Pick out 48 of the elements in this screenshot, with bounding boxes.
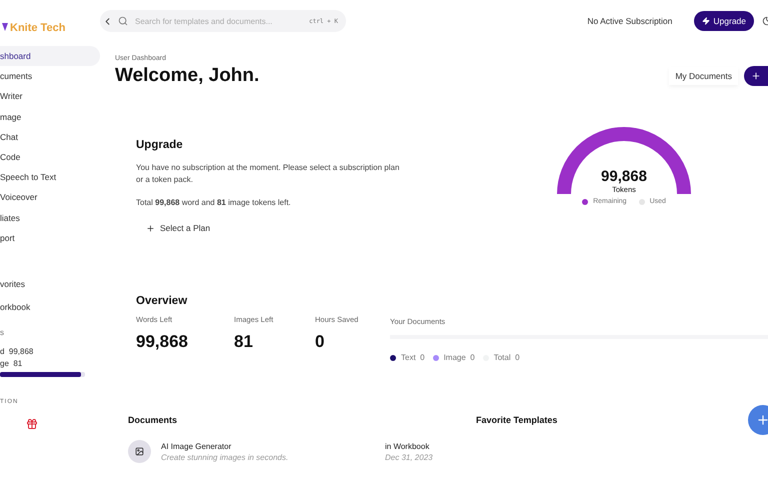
nav-item[interactable]: vorites	[0, 274, 100, 294]
plus-icon	[751, 71, 761, 81]
page-title: Welcome, John.	[115, 65, 260, 87]
legend-label: Total 0	[494, 353, 520, 362]
document-location: in Workbook	[385, 442, 430, 450]
nav-item[interactable]: port	[0, 228, 100, 248]
nav-item[interactable]: Speech to Text	[0, 167, 100, 188]
stat-value: 81	[234, 332, 254, 352]
my-documents-button[interactable]: My Documents	[669, 67, 738, 85]
nav-item[interactable]: Code	[0, 146, 100, 167]
plus-icon	[756, 413, 768, 427]
stat-value: 0	[315, 332, 326, 352]
section-label: s	[0, 328, 5, 337]
logo-icon	[2, 23, 8, 33]
legend-label: Text 0	[401, 353, 425, 362]
document-name[interactable]: AI Image Generator	[161, 442, 385, 450]
nav-item[interactable]: liates	[0, 208, 100, 228]
subscription-status: No Active Subscription	[587, 16, 672, 26]
nav-item[interactable]: Writer	[0, 86, 100, 106]
document-description: Create stunning images in seconds.	[161, 452, 290, 462]
legend-label: Image 0	[444, 353, 475, 362]
gauge-value: 99,868	[601, 168, 647, 185]
document-date: Dec 31, 2023	[385, 452, 433, 462]
message-text: You have no subscription at the moment. Please select a subscription plan or a token pack.	[136, 162, 400, 186]
nav-item[interactable]: mage	[0, 106, 100, 127]
select-plan-button[interactable]: Select a Plan	[136, 223, 210, 233]
nav-item[interactable]: cuments	[0, 66, 100, 86]
search-field[interactable]: Search for templates and documents...	[133, 16, 304, 26]
section-title: Overview	[136, 295, 188, 307]
section-title: Documents	[128, 415, 178, 425]
section-title: Favorite Templates	[476, 415, 558, 427]
plus-icon	[146, 224, 155, 232]
tokens-text: Total 99,868 word and 81 image tokens left.	[136, 197, 292, 209]
credit-text: d 99,868	[0, 346, 34, 356]
lightning-icon	[702, 17, 710, 25]
search-icon	[118, 16, 128, 26]
stat-value: 99,868	[136, 332, 189, 352]
gift-icon	[26, 418, 38, 430]
logo-text: Knite Tech	[10, 22, 66, 34]
upgrade-button[interactable]: Upgrade	[694, 11, 754, 31]
nav-item[interactable]: Voiceover	[0, 187, 100, 208]
nav-item[interactable]: shboard	[0, 46, 100, 66]
credit-text: ge 81	[0, 358, 24, 368]
image-icon	[128, 440, 151, 463]
nav-item[interactable]: Chat	[0, 126, 100, 147]
section-title: Upgrade	[136, 139, 184, 151]
nav-item[interactable]: orkbook	[0, 296, 100, 317]
add-button[interactable]	[744, 66, 768, 86]
